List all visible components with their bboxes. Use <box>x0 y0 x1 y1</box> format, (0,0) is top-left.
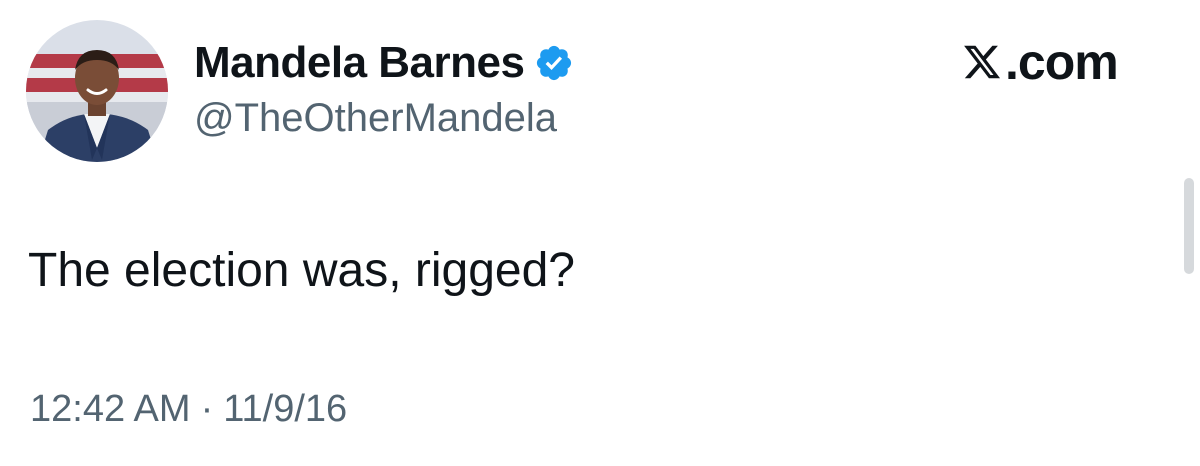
tweet-time: 12:42 AM <box>30 388 191 430</box>
tweet-text: The election was, rigged? <box>28 244 575 297</box>
tweet-timestamp[interactable]: 12:42 AM · 11/9/16 <box>30 388 347 431</box>
x-logo-icon <box>962 42 1002 82</box>
brand-domain-text: .com <box>1005 34 1119 90</box>
timestamp-separator: · <box>200 388 214 430</box>
tweet-card: Mandela Barnes @TheOtherMandela .com The… <box>0 0 1200 466</box>
avatar[interactable] <box>26 20 168 162</box>
scrollbar-thumb[interactable] <box>1184 178 1194 274</box>
verified-badge-icon <box>534 43 574 83</box>
author-name-row: Mandela Barnes <box>194 36 574 90</box>
tweet-date: 11/9/16 <box>223 388 348 430</box>
avatar-photo <box>26 20 168 162</box>
author-handle[interactable]: @TheOtherMandela <box>194 96 557 141</box>
author-display-name[interactable]: Mandela Barnes <box>194 38 525 88</box>
brand-logo[interactable]: .com <box>962 34 1119 90</box>
